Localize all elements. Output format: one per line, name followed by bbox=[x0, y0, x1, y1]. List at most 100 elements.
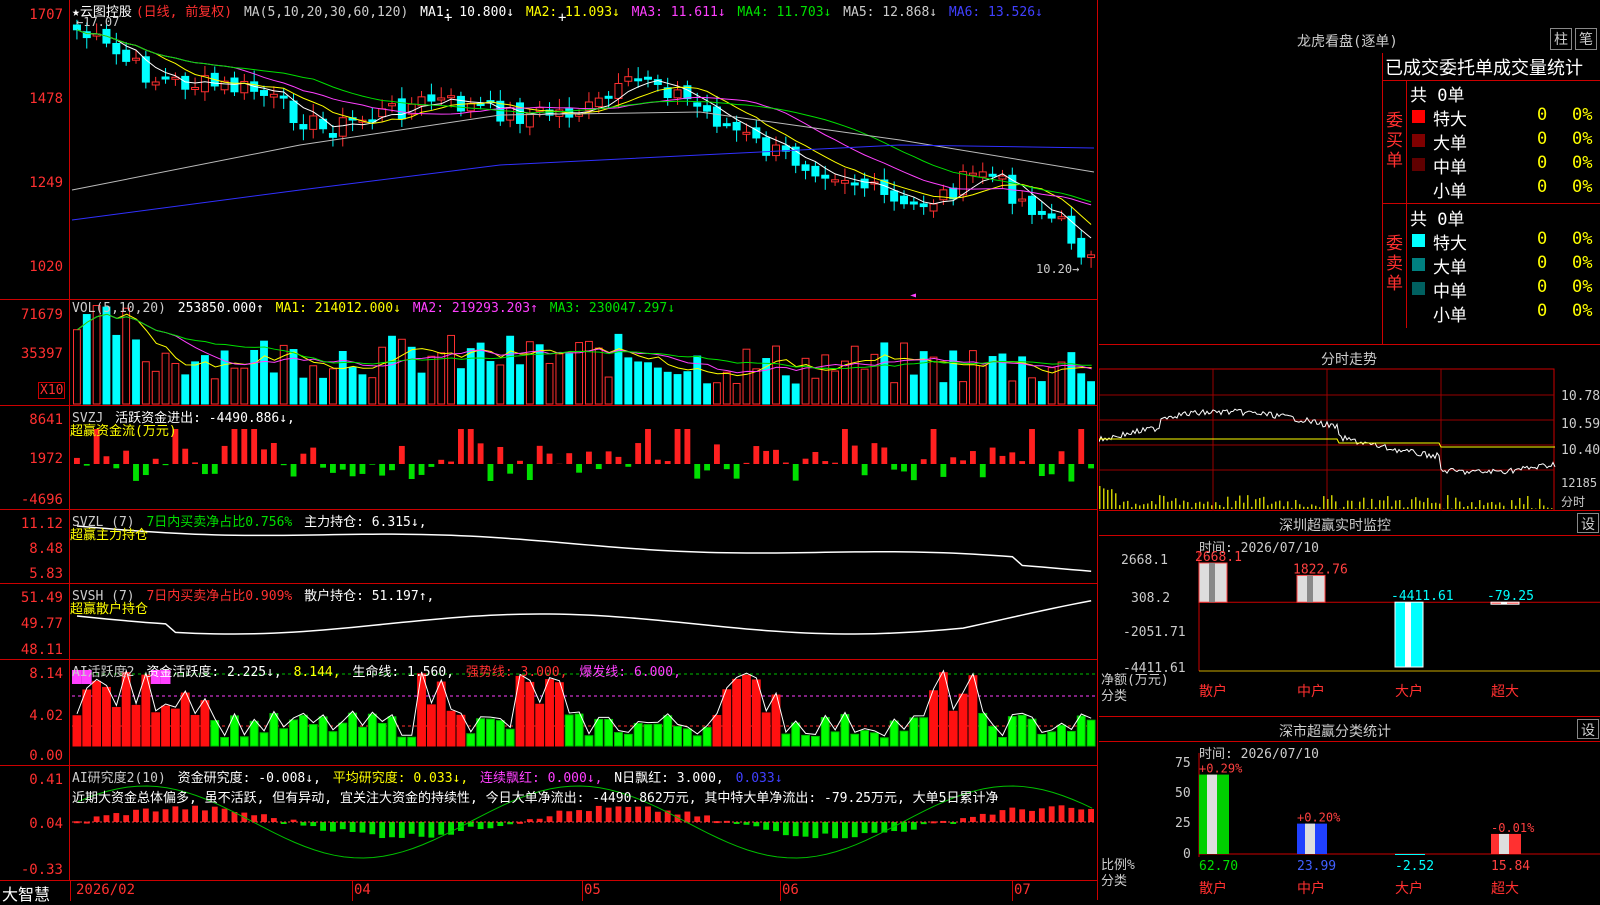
volume-pane[interactable]: 71679 35397 X10 VOL(5,10,20) 253850.000↑… bbox=[0, 300, 1098, 406]
volume-bar bbox=[526, 342, 533, 404]
kline-pane[interactable]: 1707 1478 1249 1020 ++◄ ★云图控股(日线, 前复权) M… bbox=[0, 0, 1098, 300]
activity-bar bbox=[900, 731, 908, 746]
category-label: 中户 bbox=[1297, 880, 1325, 897]
candle-body bbox=[694, 103, 701, 106]
vol-value: 253850.000↑ bbox=[178, 301, 264, 316]
ai1-header: AI活跃度2 资金活跃度: 2.225↓, 8.144, 生命线: 1.560,… bbox=[72, 661, 685, 680]
sz-monitor-panel: 深圳超赢实时监控 设 时间: 2026/07/10 2668.11822.76-… bbox=[1099, 511, 1600, 717]
intraday-vol-bar bbox=[1139, 505, 1141, 509]
activity-bar bbox=[290, 720, 298, 746]
fund-flow-bar bbox=[517, 461, 523, 464]
candle-body bbox=[723, 124, 730, 126]
bar-highlight bbox=[1305, 824, 1315, 854]
sz-class-ytick: 0 bbox=[1183, 847, 1191, 862]
fund-flow-bar bbox=[419, 464, 425, 475]
volume-bar bbox=[251, 350, 258, 404]
activity-bar bbox=[920, 718, 928, 746]
svzl-holding: 主力持仓: 6.315↓, bbox=[304, 515, 426, 530]
intraday-vol-bar bbox=[1387, 496, 1389, 509]
pct-change-label: +0.20% bbox=[1297, 811, 1341, 825]
fund-flow-bar bbox=[596, 464, 602, 469]
intraday-vol-bar bbox=[1459, 502, 1461, 509]
activity-bar bbox=[211, 721, 219, 746]
svsh-ratio: 7日内买卖净占比0.909% bbox=[146, 589, 292, 604]
activity-bar bbox=[319, 717, 327, 746]
activity-bar bbox=[240, 737, 248, 746]
intraday-vol-bar bbox=[1187, 502, 1189, 509]
low-marker: 10.20→ bbox=[1036, 262, 1079, 276]
volume-bar bbox=[1029, 378, 1036, 404]
candlestick-chart[interactable]: ++◄ bbox=[0, 0, 1098, 300]
intraday-unit: 分时 bbox=[1561, 493, 1585, 510]
intraday-vol-bar bbox=[1175, 498, 1177, 509]
research-bar bbox=[143, 809, 149, 822]
fund-flow-bar bbox=[84, 464, 90, 466]
ma-line bbox=[77, 30, 1091, 202]
activity-bar bbox=[309, 725, 317, 746]
ai1-burst: 爆发线: 6.000, bbox=[579, 665, 681, 680]
fund-flow-bar bbox=[724, 464, 730, 469]
order-size-label: 特大 bbox=[1433, 105, 1467, 130]
order-count: 0 bbox=[1537, 277, 1547, 297]
research-bar bbox=[655, 812, 661, 822]
research-bar bbox=[399, 822, 405, 838]
candle-body bbox=[969, 173, 976, 175]
intraday-vol-bar bbox=[1247, 495, 1249, 509]
research-bar bbox=[970, 817, 976, 822]
ai-activity-pane[interactable]: 8.14 4.02 0.00 AI活跃度2 资金活跃度: 2.225↓, 8.1… bbox=[0, 660, 1098, 766]
intraday-vol-bar bbox=[1499, 502, 1501, 509]
period-mode[interactable]: (日线, 前复权) bbox=[136, 5, 232, 20]
ai1-activity: 资金活跃度: 2.225↓, bbox=[146, 665, 281, 680]
svzj-pane[interactable]: 8641 1972 -4696 SVZJ 活跃资金进出: -4490.886↓,… bbox=[0, 406, 1098, 510]
bar-value-label: 2668.1 bbox=[1195, 550, 1242, 565]
fund-flow-bar bbox=[281, 464, 287, 465]
intraday-vol-bar bbox=[1467, 506, 1469, 509]
vol-title: VOL(5,10,20) bbox=[72, 301, 166, 316]
intraday-vol-bar bbox=[1143, 504, 1145, 509]
activity-bar bbox=[112, 708, 120, 746]
vol-ma-line bbox=[78, 314, 1092, 368]
svsh-pane[interactable]: 51.49 49.77 48.11 SVSH (7) 7日内买卖净占比0.909… bbox=[0, 584, 1098, 660]
activity-bar bbox=[132, 705, 140, 746]
activity-bar bbox=[1077, 716, 1085, 746]
ai-research-pane[interactable]: 0.41 0.04 -0.33 AI研究度2(10) 资金研究度: -0.008… bbox=[0, 766, 1098, 880]
intraday-vol-bar bbox=[1323, 496, 1325, 509]
candle-body bbox=[1088, 255, 1095, 258]
fund-flow-bar bbox=[222, 446, 228, 464]
research-bar bbox=[202, 810, 208, 822]
research-bar bbox=[822, 822, 828, 834]
bar-value-label: -79.25 bbox=[1487, 589, 1534, 604]
candle-body bbox=[822, 175, 829, 178]
panel-title: 龙虎看盘(逐单) bbox=[1297, 31, 1398, 51]
intraday-panel[interactable]: 分时走势 10.78 10.59 10.40 12185 分时 bbox=[1099, 345, 1600, 511]
research-bar bbox=[123, 815, 129, 822]
intraday-vol-bar bbox=[1303, 507, 1305, 509]
fund-flow-bar bbox=[379, 464, 385, 476]
fund-flow-bar bbox=[192, 462, 198, 464]
intraday-chart[interactable] bbox=[1099, 345, 1600, 511]
bar-mode-button[interactable]: 柱 bbox=[1550, 28, 1572, 50]
volume-bar bbox=[103, 307, 110, 404]
tick-mode-button[interactable]: 笔 bbox=[1575, 28, 1597, 50]
fund-flow-bar bbox=[576, 464, 582, 473]
order-color-swatch bbox=[1412, 110, 1425, 123]
fund-flow-bar bbox=[891, 464, 897, 470]
research-bar bbox=[616, 806, 622, 822]
intraday-vol-bar bbox=[1271, 504, 1273, 509]
main-chart-area[interactable]: 1707 1478 1249 1020 ++◄ ★云图控股(日线, 前复权) M… bbox=[0, 0, 1098, 900]
volume-bar bbox=[418, 373, 425, 404]
candle-body bbox=[901, 196, 908, 204]
svzl-pane[interactable]: 11.12 8.48 5.83 SVZL (7) 7日内买卖净占比0.756% … bbox=[0, 510, 1098, 584]
activity-bar bbox=[181, 693, 189, 746]
research-bar bbox=[172, 806, 178, 822]
candle-body bbox=[428, 95, 435, 101]
ai2-title: AI研究度2(10) bbox=[72, 771, 166, 786]
fund-flow-bar bbox=[931, 429, 937, 464]
intraday-vol-bar bbox=[1195, 503, 1197, 509]
svsh-holding: 散户持仓: 51.197↑, bbox=[304, 589, 434, 604]
ai2-nday: N日飘红: 3.000, bbox=[614, 771, 723, 786]
candle-body bbox=[940, 190, 947, 200]
volume-bar bbox=[172, 363, 179, 404]
activity-bar bbox=[221, 737, 229, 746]
fund-flow-bar bbox=[300, 454, 306, 464]
